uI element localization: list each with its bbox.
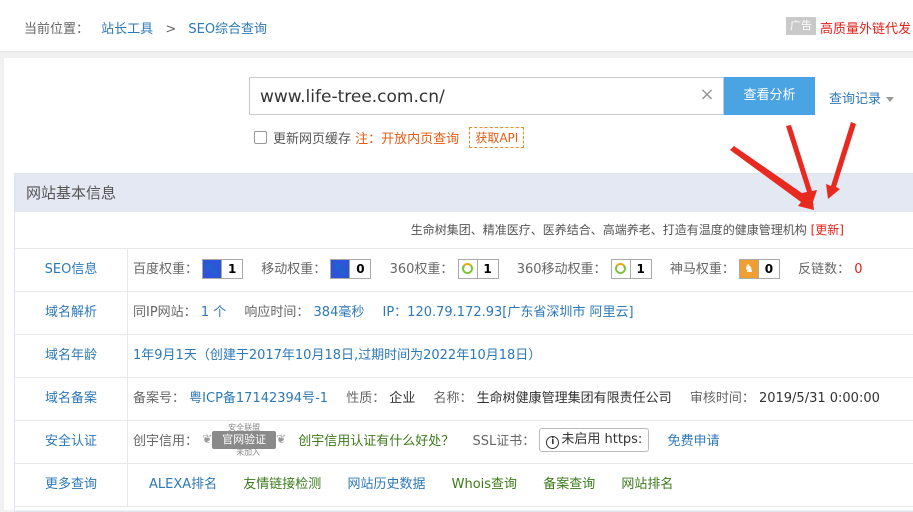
icp-content: 备案号： 粤ICP备17142394号-1 性质： 企业 名称： 生命树健康管理… — [133, 378, 880, 420]
icp-type-value: 企业 — [389, 391, 416, 406]
query-history-dropdown[interactable]: 查询记录 — [829, 88, 895, 107]
breadcrumb: 当前位置： 站长工具 > SEO综合查询 — [24, 18, 267, 37]
update-cache-label[interactable]: 更新网页缓存 — [273, 132, 351, 147]
dns-row: 域名解析 同IP网站： 1 个 响应时间： 384毫秒 IP：120.79.17… — [15, 292, 913, 335]
whois-link[interactable]: Whois查询 — [452, 477, 517, 492]
ad-link[interactable]: 高质量外链代发 — [820, 18, 911, 37]
seo-content: 百度权重： 🐾 1 移动权重： 🐾 0 360权重： 1 360移动权重： 1 … — [133, 249, 863, 291]
ip-info[interactable]: IP：120.79.172.93[广东省深圳市 阿里云] — [383, 305, 634, 320]
more-query-row: 更多查询 ALEXA排名 友情链接检测 网站历史数据 Whois查询 备案查询 … — [15, 464, 913, 507]
same-ip-value[interactable]: 1 个 — [201, 305, 226, 320]
shenma-weight-label: 神马权重： — [669, 262, 735, 277]
360-icon — [611, 259, 630, 278]
dns-content: 同IP网站： 1 个 响应时间： 384毫秒 IP：120.79.172.93[… — [133, 292, 634, 334]
domain-age-row: 域名年龄 1年9月1天（创建于2017年10月18日,过期时间为2022年10月… — [15, 335, 913, 378]
icp-row: 域名备案 备案号： 粤ICP备17142394号-1 性质： 企业 名称： 生命… — [15, 378, 913, 421]
breadcrumb-separator: > — [165, 22, 177, 37]
weight-360-value: 1 — [476, 259, 498, 278]
dns-label[interactable]: 域名解析 — [15, 292, 128, 334]
weight-360-label: 360权重： — [389, 262, 454, 277]
icp-label[interactable]: 域名备案 — [15, 378, 128, 420]
shenma-weight-badge[interactable]: ♞ 0 — [738, 258, 780, 279]
search-input[interactable]: www.life-tree.com.cn/ × — [249, 77, 724, 115]
icp-date-value: 2019/5/31 0:00:00 — [758, 391, 880, 406]
domain-age-value[interactable]: 1年9月1天（创建于2017年10月18日,过期时间为2022年10月18日） — [133, 348, 541, 363]
weight-360-badge[interactable]: 1 — [457, 258, 499, 279]
analyze-button[interactable]: 查看分析 — [724, 77, 815, 115]
friend-link-check-link[interactable]: 友情链接检测 — [243, 477, 321, 492]
ssl-label: SSL证书： — [472, 434, 536, 449]
top-bar: 当前位置： 站长工具 > SEO综合查询 广告 高质量外链代发 — [0, 0, 913, 52]
update-cache-checkbox[interactable] — [254, 131, 267, 144]
mobile-weight-360-value: 1 — [629, 259, 651, 278]
site-description: 生命树集团、精准医疗、医养结合、高端养老、打造有温度的健康管理机构 — [410, 223, 807, 237]
mobile-weight-label: 移动权重： — [261, 262, 327, 277]
mobile-weight-value: 0 — [349, 259, 370, 278]
ad-tag: 广告 — [786, 17, 816, 35]
backlinks-label: 反链数： — [798, 262, 851, 277]
more-query-label[interactable]: 更多查询 — [15, 464, 128, 506]
main-panel: www.life-tree.com.cn/ × 查看分析 查询记录 更新网页缓存… — [4, 58, 913, 512]
cache-row: 更新网页缓存 注：开放内页查询 获取API — [254, 127, 525, 148]
chuangyu-benefit-link[interactable]: 创宇信用认证有什么好处？ — [298, 434, 454, 449]
baidu-weight-label: 百度权重： — [133, 262, 199, 277]
seo-row: SEO信息 百度权重： 🐾 1 移动权重： 🐾 0 360权重： 1 360移动… — [15, 249, 913, 292]
site-rank-link[interactable]: 网站排名 — [621, 477, 673, 492]
alexa-link[interactable]: ALEXA排名 — [149, 477, 217, 492]
security-row: 安全认证 创宇信用： ❦ 安全联盟 官网验证 ❦ 未加入 创宇信用认证有什么好处… — [15, 421, 913, 464]
icp-number-label: 备案号： — [133, 391, 186, 406]
site-info-section: 网站基本信息 生命树集团、精准医疗、医养结合、高端养老、打造有温度的健康管理机构… — [14, 173, 913, 512]
icp-date-label: 审核时间： — [689, 391, 755, 406]
verification-badge-sub: 未加入 — [236, 447, 261, 457]
mobile-weight-360-badge[interactable]: 1 — [610, 258, 652, 279]
verification-badge-icon[interactable]: ❦ 安全联盟 官网验证 ❦ 未加入 — [202, 423, 286, 456]
chevron-down-icon[interactable] — [886, 97, 895, 102]
response-time-value[interactable]: 384毫秒 — [314, 305, 365, 320]
chuangyu-label: 创宇信用： — [133, 434, 199, 449]
verification-badge-text: 官网验证 — [212, 430, 277, 449]
get-api-button[interactable]: 获取API — [469, 127, 525, 148]
security-content: 创宇信用： ❦ 安全联盟 官网验证 ❦ 未加入 创宇信用认证有什么好处？ SSL… — [133, 421, 719, 463]
icp-query-link[interactable]: 备案查询 — [543, 477, 595, 492]
security-label[interactable]: 安全认证 — [15, 421, 128, 463]
breadcrumb-label: 当前位置： — [24, 22, 90, 37]
more-query-content: ALEXA排名 友情链接检测 网站历史数据 Whois查询 备案查询 网站排名 — [149, 464, 673, 506]
domain-age-label[interactable]: 域名年龄 — [15, 335, 128, 377]
same-ip-label: 同IP网站： — [133, 305, 197, 320]
mobile-weight-360-label: 360移动权重： — [516, 262, 607, 277]
baidu-weight-badge[interactable]: 🐾 1 — [202, 258, 244, 279]
icp-type-label: 性质： — [346, 391, 386, 406]
section-title: 网站基本信息 — [15, 174, 913, 212]
inner-page-note: 注：开放内页查询 — [355, 132, 460, 147]
baidu-weight-value: 1 — [221, 259, 242, 278]
icp-name-value: 生命树健康管理集团有限责任公司 — [476, 391, 672, 406]
update-link[interactable]: [更新] — [811, 223, 844, 237]
history-data-link[interactable]: 网站历史数据 — [347, 477, 425, 492]
mobile-weight-badge[interactable]: 🐾 0 — [330, 258, 372, 279]
ssl-status-box[interactable]: i 未启用 https: — [539, 428, 650, 452]
domain-age-content: 1年9月1天（创建于2017年10月18日,过期时间为2022年10月18日） — [133, 335, 541, 377]
search-input-value[interactable]: www.life-tree.com.cn/ — [260, 87, 445, 107]
360-icon — [458, 259, 477, 278]
site-description-row: 生命树集团、精准医疗、医养结合、高端养老、打造有温度的健康管理机构 [更新] — [15, 212, 913, 249]
seo-label[interactable]: SEO信息 — [15, 249, 128, 291]
response-time-label: 响应时间： — [244, 305, 310, 320]
paw-icon: 🐾 — [203, 259, 222, 278]
clear-icon[interactable]: × — [699, 86, 715, 104]
info-icon: i — [546, 436, 560, 449]
ssl-status: 未启用 https: — [561, 432, 643, 447]
breadcrumb-home-link[interactable]: 站长工具 — [101, 22, 153, 37]
query-history-label[interactable]: 查询记录 — [829, 92, 881, 107]
backlinks-value[interactable]: 0 — [854, 262, 862, 277]
horse-icon: ♞ — [739, 259, 758, 278]
ssl-apply-link[interactable]: 免费申请 — [667, 434, 719, 449]
shenma-weight-value: 0 — [757, 259, 779, 278]
icp-number-value[interactable]: 粤ICP备17142394号-1 — [189, 391, 328, 406]
icp-name-label: 名称： — [433, 391, 473, 406]
paw-icon: 🐾 — [331, 259, 350, 278]
breadcrumb-current-link[interactable]: SEO综合查询 — [188, 22, 267, 37]
